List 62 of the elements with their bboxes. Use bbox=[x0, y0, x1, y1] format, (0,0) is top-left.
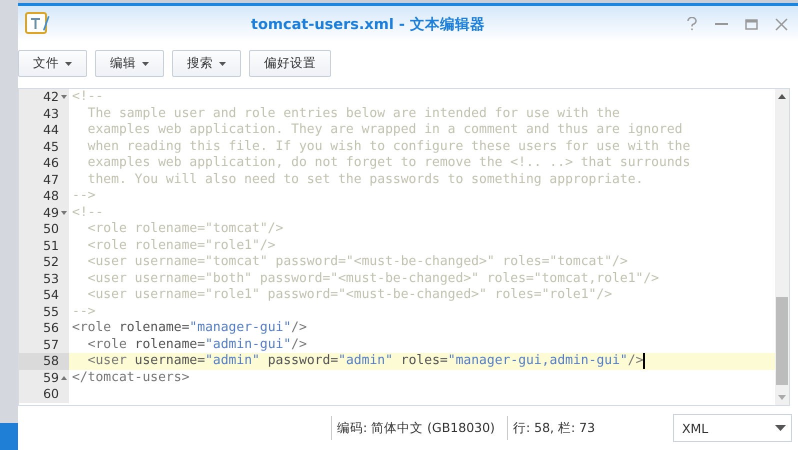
line-number: 53 bbox=[43, 270, 59, 287]
code-line: --> bbox=[72, 304, 96, 320]
line-number: 46 bbox=[43, 155, 59, 172]
dropdown-caret-icon bbox=[774, 425, 786, 431]
help-icon[interactable] bbox=[686, 17, 698, 31]
fold-toggle-icon[interactable] bbox=[61, 95, 67, 100]
line-number: 48 bbox=[43, 188, 59, 204]
language-select[interactable]: XML bbox=[672, 414, 792, 442]
line-number: 55 bbox=[43, 304, 59, 320]
code-line: <role rolename="role1"/> bbox=[86, 238, 276, 254]
code-line: <user username="role1" password="<must-be-changed>" roles="role1"/> bbox=[86, 287, 612, 304]
text-cursor bbox=[643, 353, 646, 370]
line-number: 56 bbox=[43, 320, 59, 336]
code-line: <role rolename="manager-gui"/> bbox=[72, 320, 307, 336]
caret-icon bbox=[142, 62, 149, 66]
line-number: 45 bbox=[43, 138, 59, 155]
code-line: <user username="both" password="<must-be-changed>" roles="tomcat,role1"/> bbox=[86, 270, 659, 287]
maximize-icon[interactable] bbox=[745, 18, 758, 30]
line-number: 44 bbox=[43, 122, 59, 138]
text-editor-icon bbox=[24, 11, 50, 37]
code-line: them. You will also need to set the passwords to something appropriate. bbox=[86, 172, 644, 188]
encoding-label: 编码: 简体中文 (GB18030) bbox=[336, 420, 496, 436]
line-number: 43 bbox=[43, 106, 59, 122]
code-line: <role rolename="admin-gui"/> bbox=[86, 336, 307, 353]
line-number: 51 bbox=[43, 238, 59, 254]
cursor-position: 行: 58, 栏: 73 bbox=[512, 420, 596, 436]
preferences-button[interactable]: 偏好设置 bbox=[249, 50, 331, 77]
code-line: The sample user and role entries below are intended for use with the bbox=[86, 106, 620, 122]
code-line: <!-- bbox=[72, 204, 104, 221]
line-number: 57 bbox=[43, 336, 59, 353]
fold-end-icon[interactable] bbox=[61, 376, 67, 380]
line-number: 52 bbox=[43, 254, 59, 270]
menu-button[interactable]: 编辑 bbox=[95, 50, 164, 77]
menu-button[interactable]: 搜索 bbox=[172, 50, 241, 77]
menu-button[interactable]: 文件 bbox=[18, 50, 87, 77]
close-icon[interactable] bbox=[775, 18, 788, 30]
scrollbar[interactable] bbox=[775, 89, 789, 405]
caret-icon bbox=[65, 62, 72, 66]
code-line: <!-- bbox=[72, 89, 104, 106]
minimize-icon[interactable] bbox=[715, 22, 728, 26]
scroll-down-icon[interactable] bbox=[778, 395, 786, 400]
caret-icon bbox=[219, 62, 226, 66]
line-number: 49 bbox=[43, 204, 59, 221]
line-number: 60 bbox=[43, 386, 59, 402]
code-line: examples web application, do not forget to remove the <!.. ..> that surrounds bbox=[86, 155, 690, 172]
code-line: <user username="tomcat" password="<must-be-changed>" roles="tomcat"/> bbox=[86, 254, 628, 270]
code-line: when reading this file. If you wish to configure these users for use with the bbox=[86, 138, 690, 155]
line-number: 50 bbox=[43, 221, 59, 238]
line-number: 42 bbox=[43, 89, 59, 106]
line-number: 58 bbox=[43, 353, 59, 370]
line-number: 54 bbox=[43, 287, 59, 304]
code-line: <user username="admin" password="admin" roles="manager-gui,admin-gui"/> bbox=[86, 353, 644, 370]
code-line: </tomcat-users> bbox=[72, 370, 190, 386]
fold-toggle-icon[interactable] bbox=[61, 210, 67, 215]
line-number: 47 bbox=[43, 172, 59, 188]
scrollbar-thumb[interactable] bbox=[776, 297, 788, 385]
scroll-up-icon[interactable] bbox=[778, 94, 786, 99]
window-title: tomcat-users.xml - 文本编辑器 bbox=[250, 16, 486, 34]
line-number: 59 bbox=[43, 370, 59, 386]
code-line: examples web application. They are wrapped in a comment and thus are ignored bbox=[86, 122, 682, 138]
code-line: --> bbox=[72, 188, 96, 204]
code-line: <role rolename="tomcat"/> bbox=[86, 221, 284, 238]
